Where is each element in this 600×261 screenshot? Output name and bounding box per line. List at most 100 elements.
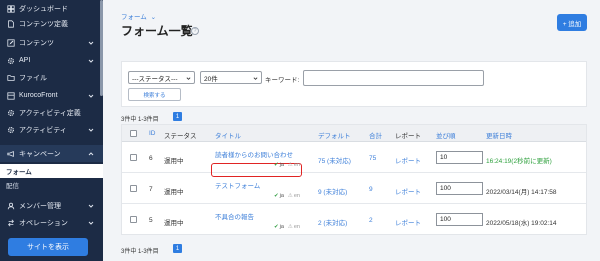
row-default-link[interactable]: 75 (未対応)	[318, 155, 351, 165]
column-header-updated[interactable]: 更新日時	[486, 130, 512, 140]
row-id: 7	[149, 186, 153, 193]
column-header-status: ステータス	[164, 133, 197, 140]
sidebar-item-contents[interactable]: コンテンツ	[0, 34, 103, 51]
page-number-button[interactable]: 1	[173, 112, 182, 121]
row-id: 6	[149, 155, 153, 162]
sidebar-item-kurocofront[interactable]: KurocoFront	[0, 87, 103, 104]
row-default-link[interactable]: 9 (未対応)	[318, 186, 347, 196]
sidebar-scrollbar[interactable]	[100, 0, 103, 96]
operation-icon	[6, 218, 15, 227]
sidebar-item-label: アクティビティ	[19, 126, 67, 134]
sidebar-item-label: KurocoFront	[19, 92, 58, 99]
language-status: ✔ ja ⚠ en	[274, 193, 300, 199]
order-input[interactable]: 100	[436, 213, 483, 226]
row-status: 運用中	[164, 189, 184, 196]
sidebar-item-label: ダッシュボード	[19, 5, 68, 13]
row-title-link[interactable]: 不具合の報告	[215, 211, 254, 221]
table-row: 7 運用中 テストフォーム ✔ ja ⚠ en 9 (未対応) 9 レポート 100…	[122, 173, 586, 204]
add-button[interactable]: + 追加	[557, 14, 587, 31]
page-title: フォーム一覧	[121, 24, 193, 38]
sidebar-item-files[interactable]: ファイル	[0, 69, 103, 86]
status-select-value: ---ステータス---	[132, 75, 178, 83]
column-header-title[interactable]: タイトル	[215, 130, 241, 140]
row-updated: 2022/03/14(月) 14:17:58	[486, 189, 557, 196]
warning-icon: ⚠	[287, 162, 293, 168]
row-total-link[interactable]: 9	[369, 186, 373, 193]
result-count-bottom: 3件中 1-3件目	[121, 249, 159, 255]
warning-icon: ⚠	[287, 224, 293, 230]
chevron-down-icon	[88, 94, 94, 98]
row-total-link[interactable]: 75	[369, 155, 376, 162]
row-report-link[interactable]: レポート	[395, 217, 421, 227]
row-checkbox[interactable]	[130, 216, 137, 223]
row-default-link[interactable]: 2 (未対応)	[318, 217, 347, 227]
keyword-input[interactable]	[303, 70, 484, 86]
column-header-order[interactable]: 並び順	[436, 130, 456, 140]
row-checkbox[interactable]	[130, 185, 137, 192]
row-report-link[interactable]: レポート	[395, 186, 421, 196]
document-icon	[6, 19, 15, 28]
table-row: 6 運用中 読者様からのお問い合わせ ✔ ja ⚠ en 75 (未対応) 75 レ…	[122, 142, 586, 177]
view-site-button[interactable]: サイトを表示	[8, 238, 88, 256]
sidebar-item-member-management[interactable]: メンバー管理	[0, 197, 103, 214]
per-page-select[interactable]: 20件	[200, 71, 262, 84]
column-header-id[interactable]: ID	[149, 130, 156, 137]
folder-icon	[6, 73, 15, 82]
gear-icon	[6, 108, 15, 117]
chevron-down-icon: ⌄	[150, 14, 157, 21]
chevron-down-icon	[88, 128, 94, 132]
sidebar: ダッシュボード コンテンツ定義 コンテンツ API ファイル KurocoFro…	[0, 0, 103, 261]
sidebar-item-activity-definition[interactable]: アクティビティ定義	[0, 104, 103, 121]
sidebar-subitem-label: フォーム	[6, 169, 32, 176]
column-header-default[interactable]: デフォルト	[318, 130, 351, 140]
row-report-link[interactable]: レポート	[395, 155, 421, 165]
row-title-link[interactable]: テストフォーム	[215, 180, 260, 190]
language-status: ✔ ja ⚠ en	[274, 224, 300, 230]
row-updated: 2022/05/18(水) 19:02:14	[486, 220, 557, 227]
order-input[interactable]: 100	[436, 182, 483, 195]
forms-table: ID ステータス タイトル デフォルト 合計 レポート 並び順 更新日時 6 運…	[121, 124, 587, 235]
select-all-checkbox[interactable]	[130, 130, 137, 137]
chevron-up-icon	[88, 152, 94, 156]
help-icon[interactable]: ?	[191, 27, 199, 35]
column-header-total[interactable]: 合計	[369, 130, 382, 140]
sidebar-item-api[interactable]: API	[0, 52, 103, 69]
row-status: 運用中	[164, 220, 184, 227]
sidebar-item-label: キャンペーン	[19, 150, 61, 158]
row-title-link[interactable]: 読者様からのお問い合わせ	[215, 149, 293, 159]
table-row: 5 運用中 不具合の報告 ✔ ja ⚠ en 2 (未対応) 2 レポート 100 …	[122, 204, 586, 235]
sidebar-item-label: API	[19, 57, 31, 64]
breadcrumb[interactable]: フォーム ⌄	[121, 11, 156, 21]
megaphone-icon	[6, 149, 15, 158]
sidebar-item-label: アクティビティ定義	[19, 109, 81, 117]
sidebar-item-campaign[interactable]: キャンペーン	[0, 145, 103, 162]
sidebar-item-operation[interactable]: オペレーション	[0, 214, 103, 231]
table-header: ID ステータス タイトル デフォルト 合計 レポート 並び順 更新日時	[122, 125, 586, 142]
chevron-down-icon	[253, 77, 258, 80]
chevron-down-icon	[88, 221, 94, 225]
row-checkbox[interactable]	[130, 154, 137, 161]
sidebar-item-label: オペレーション	[19, 219, 68, 227]
sidebar-subitem-delivery[interactable]: 配信	[0, 178, 103, 192]
language-status: ✔ ja ⚠ en	[274, 162, 300, 168]
sidebar-subitem-form[interactable]: フォーム	[0, 164, 103, 178]
gear-icon	[6, 56, 15, 65]
search-button[interactable]: 検索する	[128, 88, 181, 101]
status-select[interactable]: ---ステータス---	[128, 71, 195, 84]
sidebar-item-label: コンテンツ	[19, 39, 54, 47]
sidebar-item-activity[interactable]: アクティビティ	[0, 121, 103, 138]
edit-icon	[6, 38, 15, 47]
dashboard-icon	[6, 4, 15, 13]
chevron-down-icon	[186, 77, 191, 80]
chevron-down-icon	[88, 204, 94, 208]
row-total-link[interactable]: 2	[369, 217, 373, 224]
row-id: 5	[149, 217, 153, 224]
sidebar-item-content-definition[interactable]: コンテンツ定義	[0, 15, 103, 32]
check-icon: ✔	[274, 224, 279, 230]
sidebar-subitem-label: 配信	[6, 183, 19, 190]
order-input[interactable]: 10	[436, 151, 483, 164]
check-icon: ✔	[274, 162, 279, 168]
page-number-button[interactable]: 1	[173, 244, 182, 253]
column-header-report: レポート	[395, 133, 421, 140]
breadcrumb-label: フォーム	[121, 14, 147, 21]
